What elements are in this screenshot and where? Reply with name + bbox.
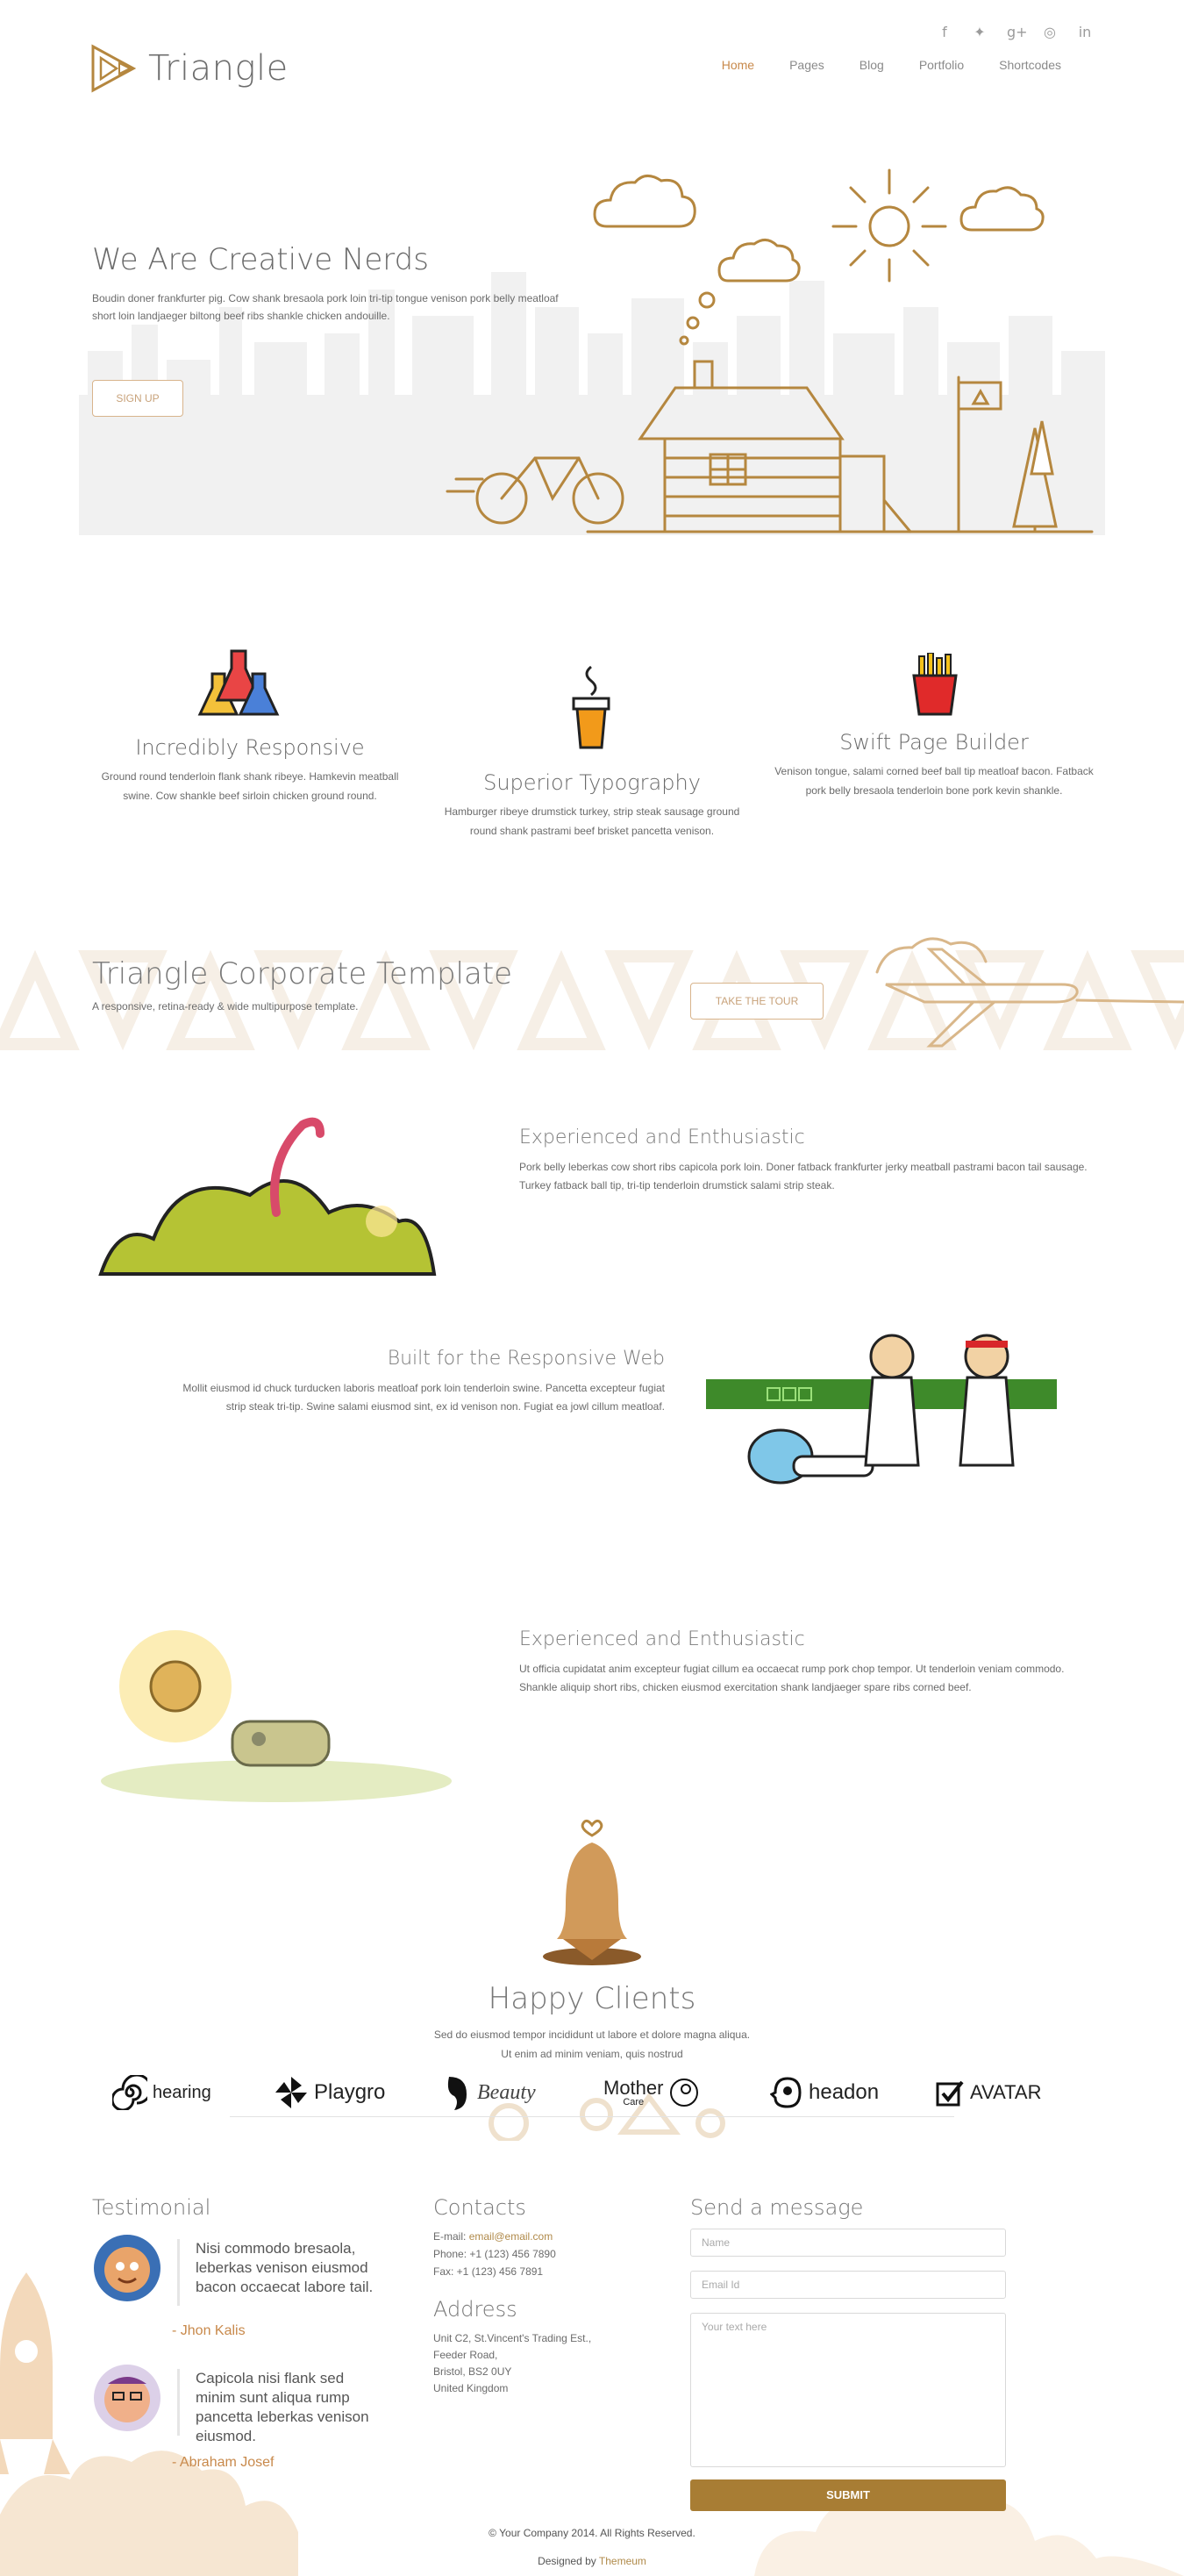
logo-text: Triangle xyxy=(148,48,289,89)
nav-pages[interactable]: Pages xyxy=(789,58,824,72)
client-name: Playgro xyxy=(314,2080,386,2104)
client-name: headon xyxy=(809,2080,880,2104)
feature-title-responsive: Incredibly Responsive xyxy=(135,735,365,760)
designed-by: Designed by Themeum xyxy=(0,2555,1184,2567)
hero-text: Boudin doner frankfurter pig. Cow shank … xyxy=(92,292,559,322)
face-profile-icon xyxy=(447,2077,467,2110)
email-link[interactable]: email@email.com xyxy=(469,2230,553,2243)
address-line-1: Unit C2, St.Vincent's Trading Est., xyxy=(433,2332,592,2344)
nav-shortcodes[interactable]: Shortcodes xyxy=(999,58,1061,72)
client-logo-beauty[interactable]: Beauty xyxy=(437,2071,536,2114)
client-subname: Care xyxy=(623,2096,645,2107)
linkedin-icon[interactable]: in xyxy=(1077,25,1093,40)
message-title: Send a message xyxy=(690,2195,864,2220)
testimonial-author-1: - Jhon Kalis xyxy=(172,2323,246,2338)
google-plus-icon[interactable]: g+ xyxy=(1007,25,1028,40)
submit-button[interactable]: SUBMIT xyxy=(690,2479,1006,2511)
email-label: E-mail: xyxy=(433,2230,467,2243)
band-title: Triangle Corporate Template xyxy=(92,956,513,991)
feature-title-typography: Superior Typography xyxy=(483,770,701,795)
designer-link[interactable]: Themeum xyxy=(599,2555,646,2567)
social-links: f ✦ g+ ◎ in xyxy=(937,25,1093,40)
feature-text-typography: Hamburger ribeye drumstick turkey, strip… xyxy=(444,805,740,837)
client-name: Mother xyxy=(603,2076,664,2099)
address-line-4: United Kingdom xyxy=(433,2382,509,2394)
hero-illustration xyxy=(79,168,1105,535)
hero-title: We Are Creative Nerds xyxy=(92,242,429,277)
clients-text-line-1: Sed do eiusmod tempor incididunt ut labo… xyxy=(433,2029,751,2041)
happy-clients-mascot-icon xyxy=(543,1819,641,1965)
testimonial-title: Testimonial xyxy=(92,2195,211,2220)
contacts-title: Contacts xyxy=(433,2195,526,2220)
avatar xyxy=(94,2365,160,2431)
section-3-title: Experienced and Enthusiastic xyxy=(519,1628,805,1650)
client-name: AVATAR xyxy=(970,2081,1042,2103)
feature-text-page-builder: Venison tongue, salami corned beef ball … xyxy=(774,765,1094,797)
feature-text-responsive: Ground round tenderloin flank shank ribe… xyxy=(101,770,399,802)
address-line-3: Bristol, BS2 0UY xyxy=(433,2365,512,2378)
testimonial-quote-2: Capicola nisi flank sed minim sunt aliqu… xyxy=(177,2369,388,2444)
copyright: © Your Company 2014. All Rights Reserved… xyxy=(489,2527,695,2539)
street-fighter-illustration xyxy=(706,1334,1057,1485)
band-subtitle: A responsive, retina-ready & wide multip… xyxy=(92,1000,359,1013)
dribbble-icon[interactable]: ◎ xyxy=(1042,25,1058,40)
contact-email-row: E-mail: email@email.com xyxy=(433,2229,553,2245)
band-background xyxy=(0,937,1184,1051)
pinwheel-icon xyxy=(275,2077,307,2108)
spiral-icon xyxy=(112,2075,147,2110)
address-title: Address xyxy=(433,2297,517,2322)
client-logo-headon[interactable]: headon xyxy=(770,2071,879,2114)
french-fries-icon xyxy=(912,653,958,716)
name-input[interactable]: Name xyxy=(690,2229,1006,2257)
clients-divider xyxy=(230,2116,954,2117)
twitter-icon[interactable]: ✦ xyxy=(972,25,988,40)
checkbox-icon xyxy=(936,2080,964,2107)
nav-portfolio[interactable]: Portfolio xyxy=(919,58,964,72)
client-name: Beauty xyxy=(477,2080,536,2104)
sleeping-robot-illustration xyxy=(101,1630,452,1802)
testimonial-quote-1: Nisi commodo bresaola, leberkas venison … xyxy=(177,2239,388,2306)
monster-hill-illustration xyxy=(98,1117,437,1276)
chemistry-flask-icon xyxy=(197,649,280,716)
take-tour-button[interactable]: TAKE THE TOUR xyxy=(690,983,824,1020)
clients-title: Happy Clients xyxy=(488,1981,696,2016)
testimonial-author-2: - Abraham Josef xyxy=(172,2455,275,2470)
client-logo-mother-care[interactable]: Mother Care xyxy=(603,2071,700,2114)
section-1-text: Pork belly leberkas cow short ribs capic… xyxy=(519,1161,1088,1191)
section-2-text: Mollit eiusmod id chuck turducken labori… xyxy=(182,1382,665,1413)
logo[interactable]: Triangle xyxy=(90,44,289,93)
email-input[interactable]: Email Id xyxy=(690,2271,1006,2299)
coffee-cup-icon xyxy=(572,665,610,749)
client-name: hearing xyxy=(153,2082,211,2102)
triangle-logo-icon xyxy=(91,44,136,93)
nav-blog[interactable]: Blog xyxy=(859,58,884,72)
mother-child-icon xyxy=(670,2079,699,2107)
contact-phone: Phone: +1 (123) 456 7890 xyxy=(433,2248,556,2260)
message-textarea[interactable]: Your text here xyxy=(690,2313,1006,2467)
main-nav: Home Pages Blog Portfolio Shortcodes xyxy=(722,58,1061,72)
client-logo-playgro[interactable]: Playgro xyxy=(274,2071,385,2114)
client-logo-avatar[interactable]: AVATAR xyxy=(935,2071,1042,2114)
designed-by-label: Designed by xyxy=(538,2555,596,2567)
signup-button[interactable]: SIGN UP xyxy=(92,380,183,417)
client-logo-hearing[interactable]: hearing xyxy=(112,2071,211,2114)
head-icon xyxy=(770,2077,802,2108)
facebook-icon[interactable]: f xyxy=(937,25,952,40)
section-1-title: Experienced and Enthusiastic xyxy=(519,1127,805,1148)
feature-title-page-builder: Swift Page Builder xyxy=(839,730,1029,755)
section-2-title: Built for the Responsive Web xyxy=(387,1348,665,1370)
clients-text-line-2: Ut enim ad minim veniam, quis nostrud xyxy=(501,2048,683,2060)
mother-care-wordmark: Mother Care xyxy=(603,2076,664,2107)
nav-home[interactable]: Home xyxy=(722,58,754,72)
contact-fax: Fax: +1 (123) 456 7891 xyxy=(433,2265,544,2278)
avatar xyxy=(94,2235,160,2301)
section-3-text: Ut officia cupidatat anim excepteur fugi… xyxy=(519,1663,1065,1693)
address-line-2: Feeder Road, xyxy=(433,2349,498,2361)
